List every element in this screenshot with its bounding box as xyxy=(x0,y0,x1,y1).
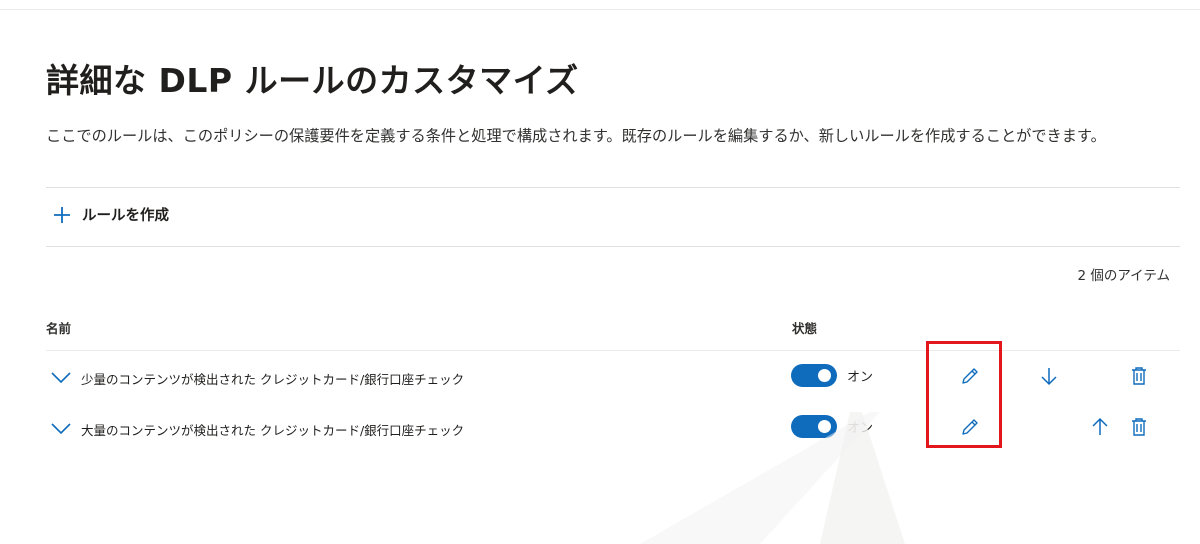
chevron-down-icon[interactable] xyxy=(51,420,71,439)
rule-status-label: オン xyxy=(847,421,874,436)
table-row: 大量のコンテンツが検出された クレジットカード/銀行口座チェック オン xyxy=(0,408,1200,448)
divider xyxy=(46,246,1180,247)
rule-status-label: オン xyxy=(847,370,874,385)
column-header-name[interactable]: 名前 xyxy=(46,318,71,337)
rule-status-toggle[interactable] xyxy=(791,364,837,387)
arrow-up-icon[interactable] xyxy=(1087,414,1113,440)
create-rule-label: ルールを作成 xyxy=(82,208,169,224)
edit-icon[interactable] xyxy=(957,363,983,389)
delete-icon[interactable] xyxy=(1126,363,1152,389)
edit-icon[interactable] xyxy=(957,414,983,440)
delete-icon[interactable] xyxy=(1126,414,1152,440)
header-divider xyxy=(46,350,1180,351)
chevron-down-icon[interactable] xyxy=(51,369,71,388)
item-count: 2 個のアイテム xyxy=(1077,268,1170,284)
column-header-status[interactable]: 状態 xyxy=(792,318,817,337)
page-description: ここでのルールは、このポリシーの保護要件を定義する条件と処理で構成されます。既存… xyxy=(46,127,1106,145)
top-divider xyxy=(0,9,1200,10)
rule-name: 少量のコンテンツが検出された クレジットカード/銀行口座チェック xyxy=(81,372,465,387)
page-title: 詳細な DLP ルールのカスタマイズ xyxy=(46,61,579,100)
arrow-down-icon[interactable] xyxy=(1036,363,1062,389)
table-row: 少量のコンテンツが検出された クレジットカード/銀行口座チェック オン xyxy=(0,357,1200,397)
plus-icon xyxy=(52,205,72,225)
divider xyxy=(46,187,1180,188)
rule-status-toggle[interactable] xyxy=(791,415,837,438)
rule-name: 大量のコンテンツが検出された クレジットカード/銀行口座チェック xyxy=(81,423,465,438)
create-rule-button[interactable]: ルールを作成 xyxy=(52,204,169,225)
